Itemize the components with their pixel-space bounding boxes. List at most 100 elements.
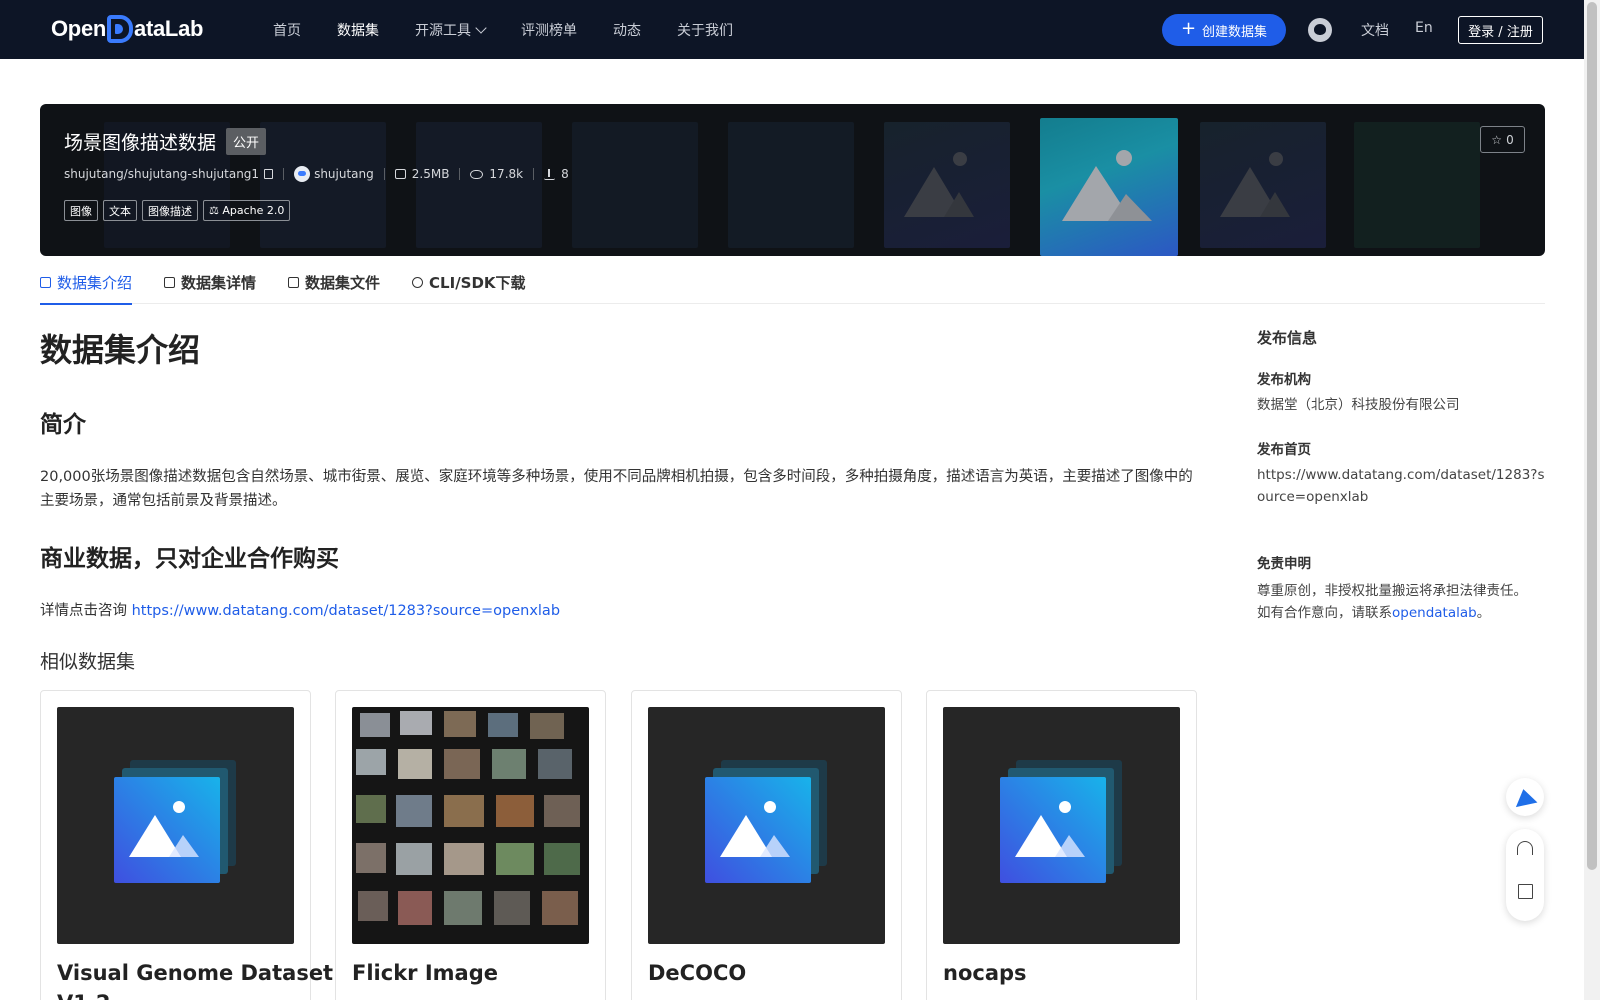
float-toolbar <box>1506 829 1544 921</box>
tab-label: CLI/SDK下载 <box>429 273 526 292</box>
dataset-title-row: 场景图像描述数据 公开 <box>64 128 267 155</box>
paper-plane-icon <box>1512 786 1538 808</box>
cloud-download-icon <box>412 276 424 288</box>
similar-datasets-title: 相似数据集 <box>40 651 136 673</box>
copy-icon[interactable] <box>264 169 274 179</box>
dataset-meta: shujutang/shujutang-shujutang1 shujutang… <box>64 166 569 182</box>
language-switch[interactable]: En <box>1415 20 1433 36</box>
github-icon[interactable] <box>1308 18 1332 42</box>
customer-service-icon[interactable] <box>1517 841 1533 855</box>
logo-text-left: Open <box>51 16 107 41</box>
detail-paragraph: 详情点击咨询 https://www.datatang.com/dataset/… <box>40 599 1195 623</box>
star-button[interactable]: ☆ 0 <box>1480 126 1525 153</box>
nav-item-about[interactable]: 关于我们 <box>677 20 733 40</box>
star-icon: ☆ <box>1491 132 1503 147</box>
nav-item-open-tools[interactable]: 开源工具 <box>415 20 487 40</box>
nav-item-home-label: 首页 <box>273 22 301 39</box>
nav-item-datasets[interactable]: 数据集 <box>337 20 379 40</box>
nav-item-home[interactable]: 首页 <box>273 20 301 40</box>
tag-license[interactable]: ⚖ Apache 2.0 <box>203 200 291 221</box>
repo-path: shujutang/shujutang-shujutang1 <box>64 167 260 181</box>
placeholder-image-icon <box>943 707 1180 944</box>
tab-label: 数据集介绍 <box>57 273 133 292</box>
image-placeholder-icon <box>1062 150 1152 221</box>
homepage-link[interactable]: https://www.datatang.com/dataset/1283?so… <box>1257 464 1547 508</box>
intro-content: 数据集介绍 简介 20,000张场景图像描述数据包含自然场景、城市街景、展览、家… <box>40 325 1195 623</box>
org-value: 数据堂（北京）科技股份有限公司 <box>1257 397 1460 413</box>
divider <box>383 168 385 180</box>
logo-d-icon <box>107 15 134 43</box>
dataset-card[interactable]: Flickr Image <box>335 690 606 1000</box>
tab-files[interactable]: 数据集文件 <box>288 260 380 304</box>
photo-grid-image <box>352 707 589 944</box>
owner-name[interactable]: shujutang <box>314 167 374 181</box>
create-dataset-button[interactable]: + 创建数据集 <box>1162 14 1286 46</box>
opendatalab-logo[interactable]: Open ataLab <box>51 15 203 43</box>
scrollbar-thumb[interactable] <box>1587 2 1597 870</box>
detail-prefix: 详情点击咨询 <box>40 603 132 619</box>
license-label: Apache 2.0 <box>222 204 285 217</box>
dataset-card[interactable]: Visual Genome Dataset V1.2 <box>40 690 333 1000</box>
feedback-icon[interactable] <box>1518 884 1533 899</box>
preview-thumbnail-selected[interactable] <box>1040 118 1178 256</box>
page-scrollbar[interactable] <box>1584 0 1600 1000</box>
stacked-image-icon <box>1000 760 1122 883</box>
placeholder-image-icon <box>57 707 294 944</box>
scale-icon: ⚖ <box>209 204 223 217</box>
docs-link[interactable]: 文档 <box>1361 20 1389 40</box>
dataset-card[interactable]: nocaps <box>926 690 1197 1000</box>
nav-item-open-tools-label: 开源工具 <box>415 22 471 39</box>
create-dataset-label: 创建数据集 <box>1202 24 1268 40</box>
nav-item-news-label: 动态 <box>613 22 641 39</box>
avatar <box>294 166 311 182</box>
card-title: nocaps <box>943 961 1027 985</box>
plus-icon: + <box>1180 18 1197 39</box>
download-icon <box>544 168 556 180</box>
file-icon <box>288 276 300 288</box>
preview-thumbnail[interactable] <box>1354 122 1480 248</box>
homepage-label: 发布首页 <box>1257 442 1311 458</box>
contact-link[interactable]: opendatalab <box>1392 605 1477 621</box>
divider <box>533 168 535 180</box>
database-icon <box>40 276 51 288</box>
card-title: Visual Genome Dataset <box>57 961 334 985</box>
detail-link[interactable]: https://www.datatang.com/dataset/1283?so… <box>132 603 560 619</box>
preview-thumbnail[interactable] <box>728 122 854 248</box>
stacked-image-icon <box>705 760 827 883</box>
preview-thumbnail[interactable] <box>884 122 1010 248</box>
preview-thumbnail[interactable] <box>260 122 386 248</box>
page-title: 数据集介绍 <box>40 331 201 369</box>
tab-details[interactable]: 数据集详情 <box>164 260 256 304</box>
preview-thumbnail[interactable] <box>416 122 542 248</box>
publish-info-title: 发布信息 <box>1257 329 1318 347</box>
photo-collage <box>356 711 580 925</box>
card-title-continued: V1.2 <box>57 991 110 1000</box>
card-title: Flickr Image <box>352 961 498 985</box>
tab-label: 数据集文件 <box>305 273 381 292</box>
tag-image-caption[interactable]: 图像描述 <box>142 200 198 221</box>
dataset-card[interactable]: DeCOCO <box>631 690 902 1000</box>
disclaimer-suffix: 。 <box>1476 605 1491 621</box>
tab-cli-sdk[interactable]: CLI/SDK下载 <box>412 260 526 304</box>
login-register-button[interactable]: 登录 / 注册 <box>1458 16 1543 44</box>
logo-text-right: ataLab <box>134 16 204 41</box>
download-count: 8 <box>561 167 569 181</box>
star-count: 0 <box>1506 132 1514 147</box>
assistant-float-button[interactable] <box>1506 778 1544 816</box>
tab-introduction[interactable]: 数据集介绍 <box>40 260 133 305</box>
dataset-size: 2.5MB <box>411 167 450 181</box>
preview-thumbnail[interactable] <box>1200 122 1326 248</box>
dataset-banner: 场景图像描述数据 公开 shujutang/shujutang-shujutan… <box>40 104 1545 256</box>
intro-paragraph: 20,000张场景图像描述数据包含自然场景、城市街景、展览、家庭环境等多种场景，… <box>40 469 1193 509</box>
disclaimer-line-2: 如有合作意向，请联系opendatalab。 <box>1257 602 1547 624</box>
view-count: 17.8k <box>489 167 524 181</box>
tag-image[interactable]: 图像 <box>64 200 98 221</box>
nav-item-news[interactable]: 动态 <box>613 20 641 40</box>
list-icon <box>164 276 176 288</box>
org-label: 发布机构 <box>1257 372 1311 388</box>
nav-item-leaderboard[interactable]: 评测榜单 <box>521 20 577 40</box>
visibility-badge: 公开 <box>226 128 267 155</box>
image-placeholder-icon <box>1220 152 1290 217</box>
preview-thumbnail[interactable] <box>572 122 698 248</box>
tag-text[interactable]: 文本 <box>103 200 137 221</box>
